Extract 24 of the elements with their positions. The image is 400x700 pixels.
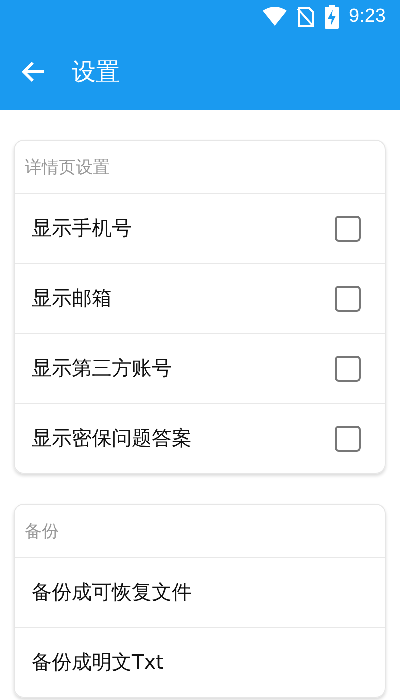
checkbox[interactable] [335, 286, 361, 312]
settings-row[interactable]: 备份成可恢复文件 [15, 558, 385, 628]
back-arrow-icon[interactable] [20, 60, 46, 84]
wifi-icon [263, 7, 288, 27]
settings-row[interactable]: 显示手机号 [15, 194, 385, 264]
row-label: 显示第三方账号 [32, 355, 172, 382]
status-time: 9:23 [349, 6, 386, 28]
row-label: 显示密保问题答案 [32, 425, 192, 452]
row-label: 显示邮箱 [32, 285, 112, 312]
no-sim-icon [297, 6, 316, 28]
row-label: 备份成明文Txt [32, 649, 164, 676]
section-title: 详情页设置 [15, 141, 385, 194]
settings-row[interactable]: 显示第三方账号 [15, 334, 385, 404]
checkbox[interactable] [335, 356, 361, 382]
page-title: 设置 [72, 57, 120, 88]
checkbox[interactable] [335, 216, 361, 242]
section-title: 备份 [15, 505, 385, 558]
row-label: 备份成可恢复文件 [32, 579, 192, 606]
battery-charging-icon [325, 5, 340, 29]
settings-row[interactable]: 备份成明文Txt [15, 628, 385, 697]
settings-row[interactable]: 显示邮箱 [15, 264, 385, 334]
checkbox[interactable] [335, 426, 361, 452]
settings-row[interactable]: 显示密保问题答案 [15, 404, 385, 473]
row-label: 显示手机号 [32, 215, 132, 242]
